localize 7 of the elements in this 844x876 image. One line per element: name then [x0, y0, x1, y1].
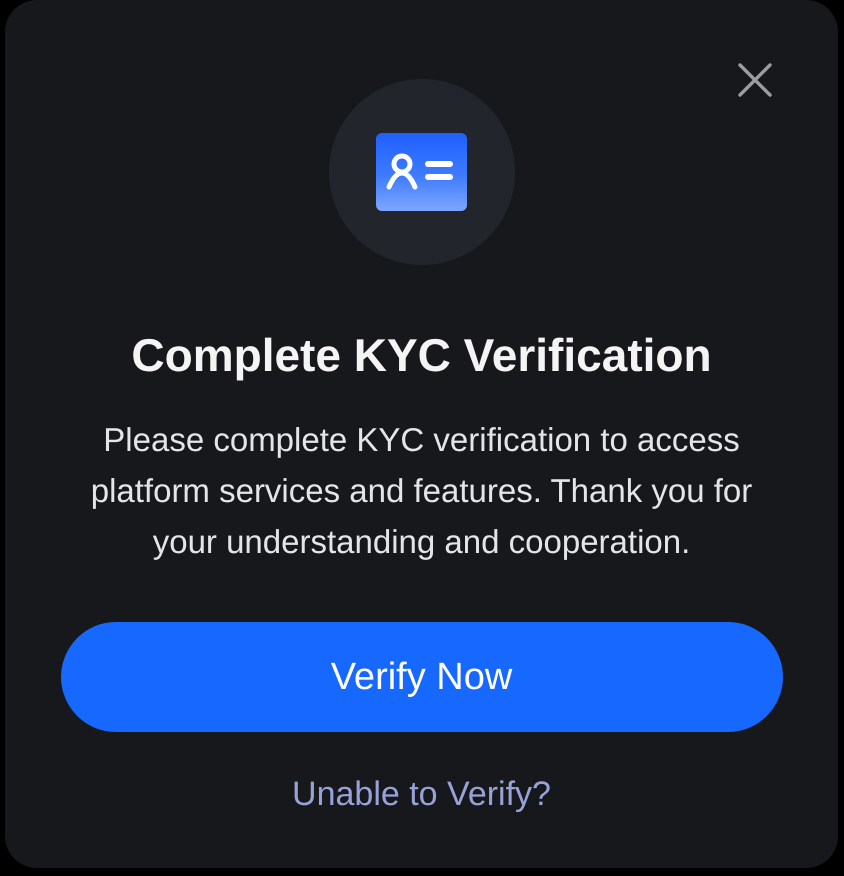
dialog-title: Complete KYC Verification	[131, 328, 712, 382]
unable-to-verify-link[interactable]: Unable to Verify?	[292, 774, 551, 814]
id-card-icon	[328, 79, 514, 265]
close-icon	[738, 63, 772, 97]
close-button[interactable]	[738, 63, 772, 97]
dialog-message: Please complete KYC verification to access platform services and features. Thank you for your understanding and cooperation.	[90, 420, 754, 562]
verify-now-button[interactable]: Verify Now	[60, 622, 782, 732]
